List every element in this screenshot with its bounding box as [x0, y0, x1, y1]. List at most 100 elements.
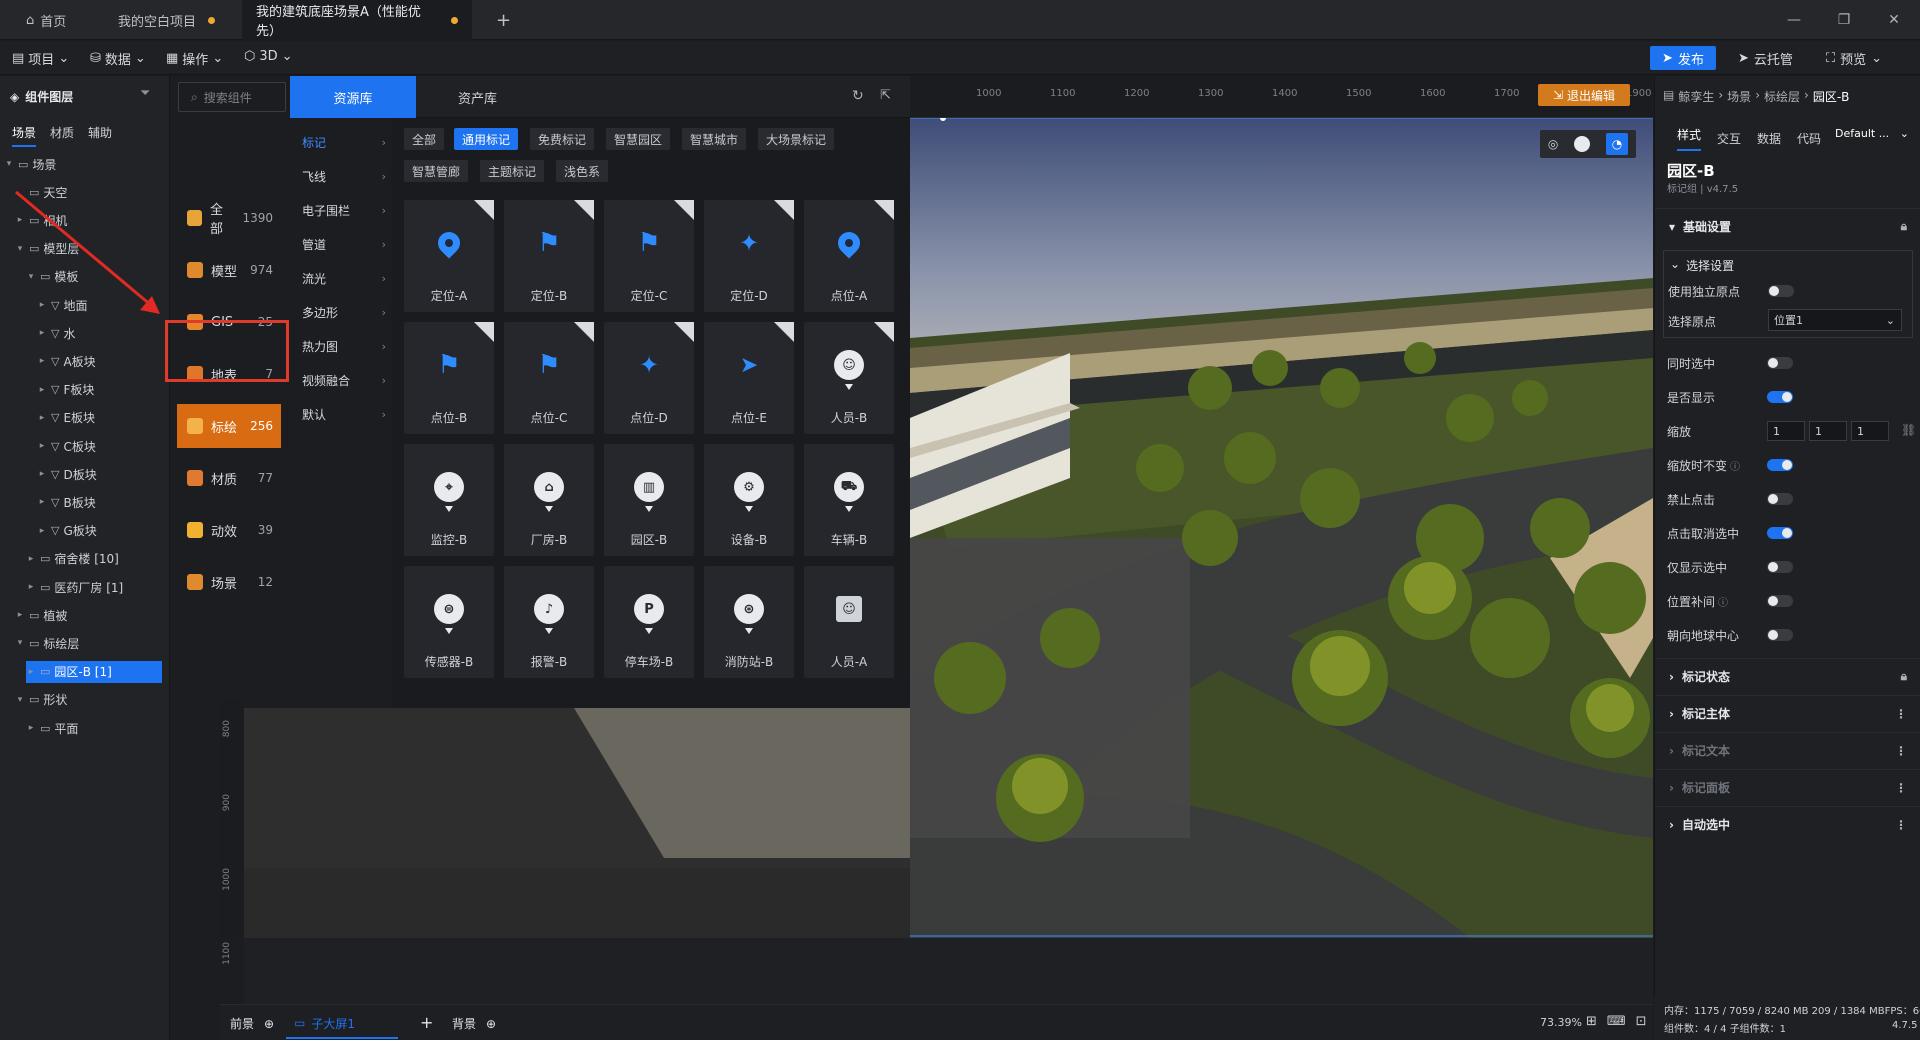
- subcategory-item[interactable]: 管道 ›: [302, 230, 386, 258]
- section-header[interactable]: › 标记主体 ⋮: [1655, 695, 1920, 731]
- sphere-icon[interactable]: [1574, 136, 1591, 152]
- keyboard-icon[interactable]: ⌨: [1607, 1014, 1626, 1029]
- asset-card[interactable]: ☺ 人员-B: [804, 322, 894, 434]
- tab-materials[interactable]: 材质: [50, 124, 74, 147]
- tree-row[interactable]: ▸ ▽ A板块: [37, 350, 162, 372]
- terminal-icon[interactable]: ⊡: [1636, 1014, 1647, 1029]
- asset-card[interactable]: ✦ 点位-D: [604, 322, 694, 434]
- subcategory-item[interactable]: 标记 ›: [302, 128, 386, 156]
- help-icon[interactable]: ⓘ: [1730, 458, 1740, 473]
- caret-icon[interactable]: ▸: [37, 328, 47, 338]
- subcategory-item[interactable]: 默认 ›: [302, 400, 386, 428]
- tree-row[interactable]: ▸ ▭ 植被: [15, 604, 162, 626]
- asset-card[interactable]: ➤ 点位-E: [704, 322, 794, 434]
- asset-card[interactable]: P 停车场-B: [604, 566, 694, 678]
- tree-row[interactable]: ▸ ▭ 医药厂房 [1]: [26, 576, 162, 598]
- tree-row[interactable]: ▸ ▽ F板块: [37, 379, 162, 401]
- asset-card[interactable]: ⚑ 定位-C: [604, 200, 694, 312]
- section-header[interactable]: › 标记状态 🔒︎: [1655, 658, 1920, 694]
- tree-row[interactable]: ▸ ▽ C板块: [37, 435, 162, 457]
- add-screen-button[interactable]: +: [420, 1013, 433, 1032]
- asset-card[interactable]: ⊜ 传感器-B: [404, 566, 494, 678]
- section-basic-settings[interactable]: ▾ 基础设置 🔒︎: [1655, 208, 1920, 244]
- minimize-icon[interactable]: —: [1784, 10, 1804, 30]
- more-icon[interactable]: ⋮: [1895, 818, 1907, 832]
- caret-icon[interactable]: ▸: [37, 356, 47, 366]
- tree-row[interactable]: ▾ ▭ 模板: [26, 266, 162, 288]
- tab-code[interactable]: 代码: [1797, 130, 1821, 147]
- export-icon[interactable]: ⇱: [880, 88, 891, 103]
- use-independent-origin-toggle[interactable]: [1768, 285, 1794, 297]
- asset-card[interactable]: ⚑ 点位-B: [404, 322, 494, 434]
- background-layer[interactable]: 背景 ⊕: [452, 1015, 496, 1032]
- property-toggle[interactable]: [1767, 493, 1793, 505]
- subcategory-item[interactable]: 电子围栏 ›: [302, 196, 386, 224]
- caret-icon[interactable]: ▸: [37, 497, 47, 507]
- category-item[interactable]: 标绘 256: [177, 404, 281, 448]
- tab-style[interactable]: 样式: [1677, 126, 1702, 151]
- property-toggle[interactable]: [1767, 595, 1793, 607]
- asset-card[interactable]: ♪ 报警-B: [504, 566, 594, 678]
- caret-icon[interactable]: ▸: [15, 610, 25, 620]
- orbit-icon[interactable]: ◔: [1606, 133, 1629, 155]
- tab-scene[interactable]: 我的建筑底座场景A（性能优先）: [242, 0, 472, 40]
- tree-row[interactable]: ▸ ▽ G板块: [37, 520, 162, 542]
- scene-viewport[interactable]: ◎ ◔: [910, 118, 1653, 938]
- asset-card[interactable]: ⛟ 车辆-B: [804, 444, 894, 556]
- asset-card[interactable]: 定位-A: [404, 200, 494, 312]
- subcategory-item[interactable]: 热力图 ›: [302, 332, 386, 360]
- caret-icon[interactable]: ▸: [37, 385, 47, 395]
- more-icon[interactable]: ⋮: [1895, 781, 1907, 795]
- breadcrumb-item[interactable]: 场景: [1727, 88, 1751, 105]
- help-icon[interactable]: ⓘ: [1718, 594, 1728, 609]
- asset-card[interactable]: ☺ 人员-A: [804, 566, 894, 678]
- sub-screen-tab[interactable]: ▭ 子大屏1: [286, 1009, 398, 1039]
- more-icon[interactable]: ⋮: [1895, 744, 1907, 758]
- subcategory-item[interactable]: 流光 ›: [302, 264, 386, 292]
- lock-icon[interactable]: 🔒︎: [1901, 669, 1907, 684]
- caret-icon[interactable]: ▸: [26, 554, 36, 564]
- tree-row[interactable]: ▸ ▽ B板块: [37, 491, 162, 513]
- menu-3d[interactable]: ⬡ 3D ⌄: [244, 49, 293, 64]
- asset-card[interactable]: ⌖ 监控-B: [404, 444, 494, 556]
- property-toggle[interactable]: [1767, 561, 1793, 573]
- caret-icon[interactable]: ▸: [26, 582, 36, 592]
- caret-icon[interactable]: ▸: [37, 441, 47, 451]
- more-icon[interactable]: ⋮: [1895, 707, 1907, 721]
- caret-icon[interactable]: ▾: [15, 695, 25, 705]
- tab-blank-project[interactable]: 我的空白项目: [104, 0, 229, 40]
- category-item[interactable]: 场景 12: [177, 560, 281, 604]
- asset-card[interactable]: ⌂ 厂房-B: [504, 444, 594, 556]
- filter-icon[interactable]: ⏷: [140, 86, 150, 101]
- category-item[interactable]: 动效 39: [177, 508, 281, 552]
- section-header[interactable]: › 标记面板 ⋮: [1655, 769, 1920, 805]
- restore-icon[interactable]: ❐: [1834, 10, 1854, 30]
- caret-icon[interactable]: ▾: [15, 244, 25, 254]
- caret-icon[interactable]: ▸: [37, 469, 47, 479]
- menu-project[interactable]: ▤ 项目 ⌄: [12, 49, 69, 68]
- asset-card[interactable]: ⚙ 设备-B: [704, 444, 794, 556]
- asset-card[interactable]: ⚑ 定位-B: [504, 200, 594, 312]
- tab-data[interactable]: 数据: [1757, 130, 1781, 147]
- caret-icon[interactable]: ▸: [37, 526, 47, 536]
- tree-row[interactable]: ▭ 天空: [15, 181, 162, 203]
- tree-row[interactable]: ▸ ▭ 园区-B [1]: [26, 660, 162, 683]
- asset-card[interactable]: ▥ 园区-B: [604, 444, 694, 556]
- breadcrumb-item[interactable]: 标绘层: [1764, 88, 1800, 105]
- tree-row[interactable]: ▸ ▭ 相机: [15, 209, 162, 231]
- globe-icon[interactable]: ◎: [1548, 137, 1558, 151]
- tree-row[interactable]: ▸ ▭ 平面: [26, 717, 162, 739]
- breadcrumb-item[interactable]: 鲸孪生: [1678, 88, 1714, 105]
- tab-asset-library[interactable]: 资产库: [458, 88, 497, 107]
- tree-row[interactable]: ▸ ▽ D板块: [37, 463, 162, 485]
- tab-home[interactable]: ⌂ 首页: [12, 0, 80, 40]
- tree-row[interactable]: ▸ ▽ E板块: [37, 407, 162, 429]
- tree-row[interactable]: ▸ ▽ 水: [37, 322, 162, 344]
- category-item[interactable]: 全部 1390: [177, 196, 281, 240]
- section-header[interactable]: › 自动选中 ⋮: [1655, 806, 1920, 842]
- select-origin-dropdown[interactable]: 位置1 ⌄: [1768, 309, 1902, 331]
- link-icon[interactable]: ⛓: [1901, 423, 1916, 437]
- new-tab-button[interactable]: +: [482, 0, 525, 40]
- tree-row[interactable]: ▾ ▭ 标绘层: [15, 632, 162, 654]
- section-header[interactable]: › 标记文本 ⋮: [1655, 732, 1920, 768]
